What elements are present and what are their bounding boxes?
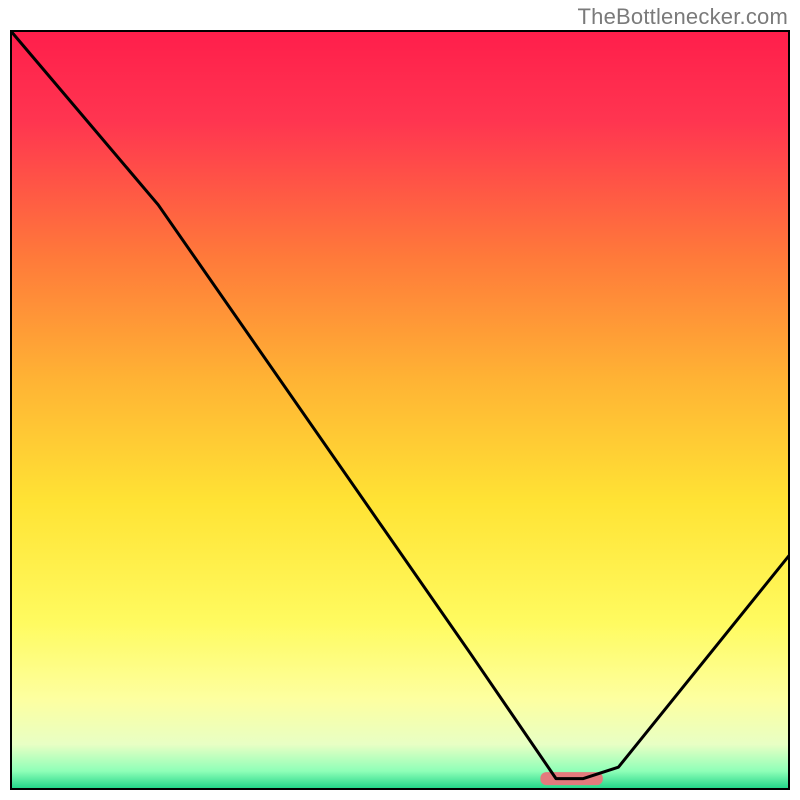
chart-background bbox=[10, 30, 790, 790]
bottleneck-chart bbox=[10, 30, 790, 790]
chart-svg bbox=[10, 30, 790, 790]
attribution-label: TheBottlenecker.com bbox=[578, 4, 788, 30]
